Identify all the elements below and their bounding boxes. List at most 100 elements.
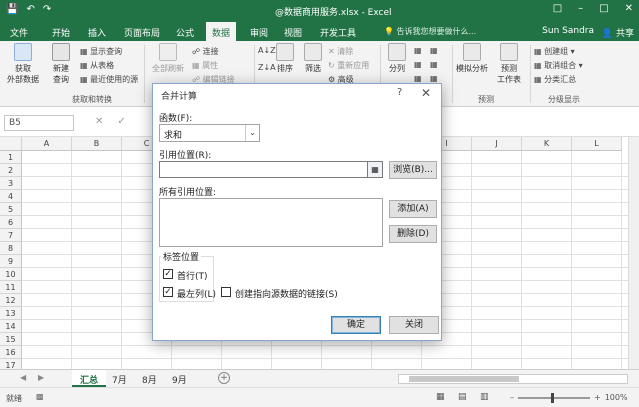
ok-button[interactable]: 确定 <box>331 316 381 334</box>
forecast-sheet-button[interactable]: 预测 工作表 <box>492 43 526 85</box>
group-button[interactable]: ▦ 创建组 ▾ <box>534 46 575 57</box>
from-table-button[interactable]: ▦ 从表格 <box>80 60 114 71</box>
tab-home[interactable]: 开始 <box>52 26 70 39</box>
sheet-tab-july[interactable]: 7月 <box>104 370 135 387</box>
range-select-icon[interactable]: ▦ <box>367 161 383 178</box>
row-header[interactable]: 9 <box>0 255 22 268</box>
maximize-icon[interactable]: □ <box>599 3 608 14</box>
create-links-checkbox[interactable] <box>221 287 231 297</box>
what-if-analysis-button[interactable]: 模拟分析 <box>455 43 489 74</box>
relationships-icon[interactable]: ▦ <box>430 60 438 69</box>
zoom-out-icon[interactable]: – <box>510 393 514 402</box>
function-select[interactable]: 求和 ⌄ <box>159 124 260 142</box>
help-icon[interactable]: ? <box>397 87 402 98</box>
tab-formulas[interactable]: 公式 <box>176 26 194 39</box>
flash-fill-icon[interactable]: ▦ <box>414 46 422 55</box>
row-header[interactable]: 14 <box>0 320 22 333</box>
row-header[interactable]: 10 <box>0 268 22 281</box>
minimize-icon[interactable]: – <box>578 3 583 14</box>
column-header[interactable]: K <box>522 137 572 151</box>
horizontal-scroll-thumb[interactable] <box>409 376 519 382</box>
tab-file[interactable]: 文件 <box>10 26 28 39</box>
next-sheet-icon[interactable]: ▶ <box>38 373 44 382</box>
column-header[interactable]: B <box>72 137 122 151</box>
close-window-icon[interactable]: ✕ <box>625 3 633 14</box>
get-external-data-button[interactable]: 获取 外部数据 <box>4 43 42 85</box>
reapply-button[interactable]: ↻ 重新应用 <box>328 60 369 71</box>
tab-view[interactable]: 视图 <box>284 26 302 39</box>
select-all-corner[interactable] <box>0 137 22 151</box>
tab-page-layout[interactable]: 页面布局 <box>124 26 160 39</box>
prev-sheet-icon[interactable]: ◀ <box>20 373 26 382</box>
clear-button[interactable]: ✕ 清除 <box>328 46 353 57</box>
recent-sources-button[interactable]: ▦ 最近使用的源 <box>80 74 138 85</box>
page-layout-view-icon[interactable]: ▤ <box>458 392 467 402</box>
row-header[interactable]: 13 <box>0 307 22 320</box>
share-button[interactable]: 👤 共享 <box>602 26 634 39</box>
close-button[interactable]: 关闭 <box>389 316 439 334</box>
sheet-tab-september[interactable]: 9月 <box>164 370 195 387</box>
consolidate-icon[interactable]: ▦ <box>430 46 438 55</box>
row-header[interactable]: 8 <box>0 242 22 255</box>
sort-button[interactable]: 排序 <box>272 43 298 74</box>
sheet-tab-august[interactable]: 8月 <box>134 370 165 387</box>
remove-duplicates-icon[interactable]: ▦ <box>414 60 422 69</box>
redo-icon[interactable]: ↷ <box>43 4 51 15</box>
cancel-icon[interactable]: ✕ <box>95 116 103 127</box>
zoom-in-icon[interactable]: + <box>594 393 601 402</box>
left-column-checkbox[interactable]: ✓ <box>163 287 173 297</box>
ribbon-display-icon[interactable]: □ <box>553 3 562 14</box>
properties-button[interactable]: ▦ 属性 <box>192 60 218 71</box>
connections-button[interactable]: ☍ 连接 <box>192 46 219 57</box>
row-header[interactable]: 5 <box>0 203 22 216</box>
zoom-slider-thumb[interactable] <box>551 392 554 403</box>
row-header[interactable]: 6 <box>0 216 22 229</box>
tab-developer[interactable]: 开发工具 <box>320 26 356 39</box>
all-references-list[interactable] <box>159 198 383 247</box>
refresh-all-button[interactable]: 全部刷新 <box>148 43 188 74</box>
text-to-columns-button[interactable]: 分列 <box>384 43 410 74</box>
ungroup-button[interactable]: ▦ 取消组合 ▾ <box>534 60 583 71</box>
data-validation-icon[interactable]: ▦ <box>414 74 422 83</box>
vertical-scrollbar[interactable] <box>628 137 639 369</box>
row-header[interactable]: 2 <box>0 164 22 177</box>
tell-me-search[interactable]: 💡 告诉我您想要做什么... <box>384 26 476 37</box>
row-header[interactable]: 11 <box>0 281 22 294</box>
filter-button[interactable]: 筛选 <box>300 43 326 74</box>
column-header[interactable]: A <box>22 137 72 151</box>
close-icon[interactable]: ✕ <box>421 86 431 100</box>
show-queries-button[interactable]: ▦ 显示查询 <box>80 46 122 57</box>
row-header[interactable]: 1 <box>0 151 22 164</box>
name-box[interactable]: B5 <box>4 115 74 131</box>
column-header[interactable]: J <box>472 137 522 151</box>
new-query-button[interactable]: 新建 查询 <box>46 43 76 85</box>
reference-input[interactable] <box>159 161 373 178</box>
manage-data-model-icon[interactable]: ▦ <box>430 74 438 83</box>
delete-button[interactable]: 删除(D) <box>389 225 437 243</box>
tab-insert[interactable]: 插入 <box>88 26 106 39</box>
user-name[interactable]: Sun Sandra <box>542 26 594 36</box>
zoom-slider[interactable] <box>518 392 590 403</box>
row-header[interactable]: 15 <box>0 333 22 346</box>
zoom-level[interactable]: 100% <box>605 393 628 402</box>
sheet-tab-summary[interactable]: 汇总 <box>72 370 107 387</box>
horizontal-scrollbar[interactable] <box>398 374 628 384</box>
row-header[interactable]: 16 <box>0 346 22 359</box>
row-header[interactable]: 4 <box>0 190 22 203</box>
undo-icon[interactable]: ↶ <box>26 4 34 15</box>
browse-button[interactable]: 浏览(B)... <box>389 161 437 179</box>
row-header[interactable]: 3 <box>0 177 22 190</box>
add-sheet-button[interactable]: + <box>218 372 230 384</box>
top-row-checkbox[interactable]: ✓ <box>163 269 173 279</box>
row-header[interactable]: 7 <box>0 229 22 242</box>
chevron-down-icon[interactable]: ⌄ <box>245 125 259 141</box>
row-header[interactable]: 12 <box>0 294 22 307</box>
page-break-view-icon[interactable]: ▥ <box>480 392 489 402</box>
enter-icon[interactable]: ✓ <box>117 116 125 127</box>
subtotal-button[interactable]: ▦ 分类汇总 <box>534 74 576 85</box>
column-header[interactable]: L <box>572 137 622 151</box>
macro-record-icon[interactable]: ▩ <box>36 392 44 401</box>
add-button[interactable]: 添加(A) <box>389 200 437 218</box>
save-icon[interactable]: 💾 <box>6 4 18 15</box>
normal-view-icon[interactable]: ▦ <box>436 392 445 402</box>
